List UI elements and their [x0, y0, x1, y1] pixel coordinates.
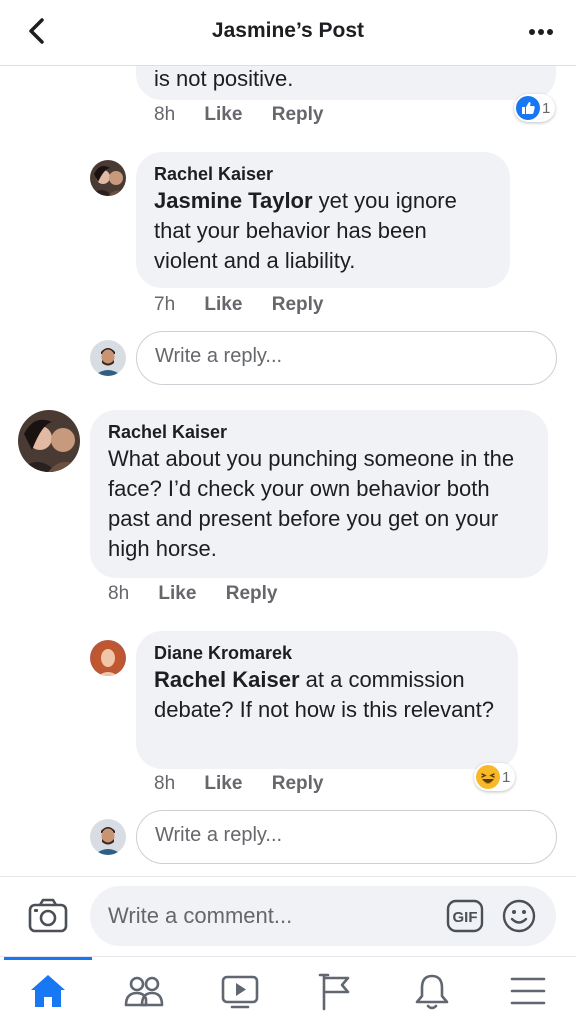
comment-bubble: Rachel Kaiser What about you punching so…	[90, 410, 548, 578]
like-button[interactable]: Like	[204, 102, 242, 128]
avatar-rachel-kaiser[interactable]	[90, 160, 126, 196]
tab-friends[interactable]	[96, 957, 192, 1024]
tab-home[interactable]	[0, 957, 96, 1024]
reply-author[interactable]: Diane Kromarek	[154, 641, 500, 665]
reply-author[interactable]: Rachel Kaiser	[154, 162, 492, 186]
avatar-current-user	[90, 819, 126, 855]
tab-watch[interactable]	[192, 957, 288, 1024]
reaction-badge[interactable]: 1	[514, 94, 556, 122]
comment-composer: Write a comment... GIF	[0, 876, 576, 956]
reply-text: Rachel Kaiser at a commission debate? If…	[154, 665, 500, 725]
page-title: Jasmine’s Post	[211, 19, 365, 42]
comment-time: 8h	[108, 583, 130, 604]
gif-label: GIF	[453, 909, 478, 926]
reply-actions: 7h Like Reply	[154, 292, 347, 318]
flag-icon	[318, 973, 350, 1011]
bottom-navigation	[0, 956, 576, 1024]
like-button[interactable]: Like	[158, 581, 196, 607]
gif-button[interactable]: GIF	[446, 899, 484, 933]
reply-button[interactable]: Reply	[272, 771, 324, 797]
top-bar: Jasmine’s Post	[0, 0, 576, 66]
home-icon	[31, 975, 65, 1007]
watch-icon	[221, 975, 259, 1009]
comment-actions: 8h Like Reply	[108, 581, 301, 607]
active-tab-indicator	[4, 957, 92, 960]
reply-button[interactable]: Reply	[272, 292, 324, 318]
comment-text: What about you punching someone in the f…	[108, 446, 515, 561]
comments-feed: is not positive. 8h Like Reply 1 Rachel …	[0, 66, 576, 876]
reply-text: Jasmine Taylor yet you ignore that your …	[154, 186, 492, 276]
reply-placeholder: Write a reply...	[155, 824, 283, 846]
thumbs-up-icon	[516, 96, 540, 120]
reply-bubble: Diane Kromarek Rachel Kaiser at a commis…	[136, 631, 518, 769]
menu-icon	[510, 977, 546, 1005]
reaction-badge[interactable]: 1	[474, 763, 516, 791]
comment-placeholder: Write a comment...	[108, 903, 293, 928]
avatar-current-user	[90, 340, 126, 376]
avatar-rachel-kaiser[interactable]	[18, 410, 80, 472]
camera-icon[interactable]	[28, 897, 68, 938]
mention-link[interactable]: Rachel Kaiser	[154, 667, 300, 692]
reaction-count: 1	[502, 768, 511, 786]
comment-input[interactable]: Write a comment... GIF	[90, 886, 556, 946]
like-button[interactable]: Like	[204, 771, 242, 797]
comment-time: 8h	[154, 104, 176, 125]
reply-time: 7h	[154, 294, 176, 315]
reply-input[interactable]: Write a reply...	[136, 810, 557, 864]
avatar-diane-kromarek[interactable]	[90, 640, 126, 676]
reply-bubble: Rachel Kaiser Jasmine Taylor yet you ign…	[136, 152, 510, 288]
reply-button[interactable]: Reply	[226, 581, 278, 607]
comment-bubble: is not positive.	[136, 66, 556, 100]
tab-pages[interactable]	[288, 957, 384, 1024]
reply-placeholder: Write a reply...	[155, 345, 283, 367]
tab-notifications[interactable]	[384, 957, 480, 1024]
comment-author[interactable]: Rachel Kaiser	[108, 420, 530, 444]
tab-menu[interactable]	[480, 957, 576, 1024]
reaction-count: 1	[542, 99, 551, 117]
haha-icon	[476, 765, 500, 789]
friends-icon	[124, 976, 164, 1007]
comment-text: is not positive.	[154, 66, 294, 91]
reply-input[interactable]: Write a reply...	[136, 331, 557, 385]
mention-link[interactable]: Jasmine Taylor	[154, 188, 313, 213]
reply-button[interactable]: Reply	[272, 102, 324, 128]
like-button[interactable]: Like	[204, 292, 242, 318]
bell-icon	[415, 974, 449, 1010]
emoji-icon[interactable]	[502, 899, 536, 933]
reply-time: 8h	[154, 773, 176, 794]
reply-actions: 8h Like Reply	[154, 771, 347, 797]
comment-actions: 8h Like Reply	[154, 102, 347, 128]
more-options-icon[interactable]	[526, 22, 556, 42]
